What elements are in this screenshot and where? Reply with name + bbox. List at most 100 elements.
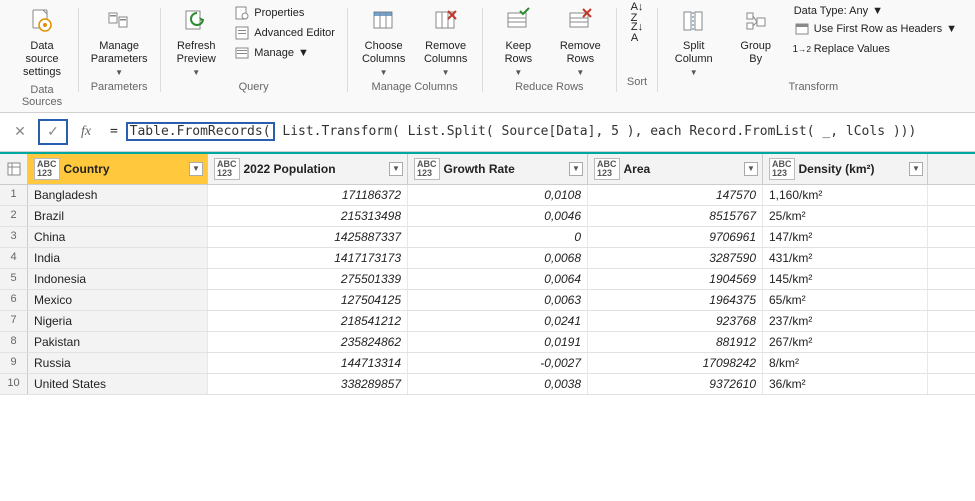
cell-country[interactable]: Pakistan	[28, 332, 208, 352]
table-row[interactable]: 9Russia144713314-0,0027170982428/km²	[0, 353, 975, 374]
cell-growth[interactable]: 0,0038	[408, 374, 588, 394]
properties-button[interactable]: Properties	[230, 4, 339, 22]
cell-population[interactable]: 235824862	[208, 332, 408, 352]
table-row[interactable]: 6Mexico1275041250,0063196437565/km²	[0, 290, 975, 311]
table-options-button[interactable]	[0, 154, 28, 184]
sort-asc-button[interactable]: A↓Z	[625, 4, 649, 22]
cell-growth[interactable]: 0,0064	[408, 269, 588, 289]
data-source-settings-button[interactable]: Data sourcesettings	[14, 4, 70, 82]
filter-dropdown-growth[interactable]: ▼	[569, 162, 583, 176]
cell-area[interactable]: 8515767	[588, 206, 763, 226]
cell-density[interactable]: 25/km²	[763, 206, 928, 226]
data-type-button[interactable]: Data Type: Any ▼	[790, 4, 961, 18]
cell-density[interactable]: 267/km²	[763, 332, 928, 352]
column-header-country[interactable]: ABC123 Country ▼	[28, 154, 208, 184]
group-data-sources: Data sourcesettings Data Sources	[6, 4, 78, 112]
column-header-area[interactable]: ABC123 Area ▼	[588, 154, 763, 184]
cell-growth[interactable]: 0	[408, 227, 588, 247]
cell-population[interactable]: 215313498	[208, 206, 408, 226]
x-icon: ✕	[14, 123, 26, 140]
cell-density[interactable]: 1,160/km²	[763, 185, 928, 205]
cell-growth[interactable]: 0,0108	[408, 185, 588, 205]
cell-country[interactable]: Indonesia	[28, 269, 208, 289]
cell-area[interactable]: 1904569	[588, 269, 763, 289]
cell-population[interactable]: 275501339	[208, 269, 408, 289]
cell-density[interactable]: 8/km²	[763, 353, 928, 373]
table-row[interactable]: 3China142588733709706961147/km²	[0, 227, 975, 248]
cell-country[interactable]: Mexico	[28, 290, 208, 310]
replace-values-button[interactable]: 1→2 Replace Values	[790, 40, 961, 58]
cell-country[interactable]: Russia	[28, 353, 208, 373]
table-row[interactable]: 10United States3382898570,0038937261036/…	[0, 374, 975, 395]
cell-growth[interactable]: 0,0046	[408, 206, 588, 226]
cell-country[interactable]: Nigeria	[28, 311, 208, 331]
split-column-button[interactable]: SplitColumn ▼	[666, 4, 722, 79]
filter-dropdown-population[interactable]: ▼	[389, 162, 403, 176]
table-row[interactable]: 2Brazil2153134980,0046851576725/km²	[0, 206, 975, 227]
cell-area[interactable]: 17098242	[588, 353, 763, 373]
manage-icon	[234, 45, 250, 61]
cell-country[interactable]: China	[28, 227, 208, 247]
cell-area[interactable]: 9706961	[588, 227, 763, 247]
column-header-growth[interactable]: ABC123 Growth Rate ▼	[408, 154, 588, 184]
cell-growth[interactable]: 0,0068	[408, 248, 588, 268]
advanced-editor-button[interactable]: Advanced Editor	[230, 24, 339, 42]
cell-area[interactable]: 1964375	[588, 290, 763, 310]
cell-density[interactable]: 36/km²	[763, 374, 928, 394]
cell-density[interactable]: 65/km²	[763, 290, 928, 310]
cell-population[interactable]: 171186372	[208, 185, 408, 205]
cell-growth[interactable]: 0,0191	[408, 332, 588, 352]
table-row[interactable]: 8Pakistan2358248620,0191881912267/km²	[0, 332, 975, 353]
use-first-row-button[interactable]: Use First Row as Headers ▼	[790, 20, 961, 38]
group-by-label: GroupBy	[740, 40, 771, 66]
cell-growth[interactable]: 0,0063	[408, 290, 588, 310]
cell-population[interactable]: 338289857	[208, 374, 408, 394]
cell-area[interactable]: 147570	[588, 185, 763, 205]
cell-country[interactable]: Bangladesh	[28, 185, 208, 205]
cell-area[interactable]: 3287590	[588, 248, 763, 268]
cell-density[interactable]: 145/km²	[763, 269, 928, 289]
remove-rows-button[interactable]: RemoveRows ▼	[552, 4, 608, 79]
cell-country[interactable]: Brazil	[28, 206, 208, 226]
cell-growth[interactable]: -0,0027	[408, 353, 588, 373]
refresh-preview-button[interactable]: RefreshPreview ▼	[168, 4, 224, 79]
cell-density[interactable]: 237/km²	[763, 311, 928, 331]
cell-population[interactable]: 127504125	[208, 290, 408, 310]
cell-country[interactable]: United States	[28, 374, 208, 394]
column-header-density[interactable]: ABC123 Density (km²) ▼	[763, 154, 928, 184]
manage-button[interactable]: Manage ▼	[230, 44, 339, 62]
row-number: 6	[0, 290, 28, 310]
group-by-button[interactable]: GroupBy	[728, 4, 784, 68]
keep-rows-button[interactable]: KeepRows ▼	[490, 4, 546, 79]
replace-icon: 1→2	[794, 41, 810, 57]
cell-population[interactable]: 1417173173	[208, 248, 408, 268]
cancel-formula-button[interactable]: ✕	[8, 120, 32, 144]
table-row[interactable]: 5Indonesia2755013390,00641904569145/km²	[0, 269, 975, 290]
cell-population[interactable]: 218541212	[208, 311, 408, 331]
filter-dropdown-area[interactable]: ▼	[744, 162, 758, 176]
cell-country[interactable]: India	[28, 248, 208, 268]
filter-dropdown-country[interactable]: ▼	[189, 162, 203, 176]
formula-input[interactable]: = Table.FromRecords( List.Transform( Lis…	[104, 120, 967, 143]
column-header-population[interactable]: ABC123 2022 Population ▼	[208, 154, 408, 184]
cell-density[interactable]: 431/km²	[763, 248, 928, 268]
table-row[interactable]: 4India14171731730,00683287590431/km²	[0, 248, 975, 269]
cell-population[interactable]: 144713314	[208, 353, 408, 373]
sort-desc-button[interactable]: Z↓A	[625, 24, 649, 42]
cell-population[interactable]: 1425887337	[208, 227, 408, 247]
cell-area[interactable]: 881912	[588, 332, 763, 352]
manage-parameters-button[interactable]: ManageParameters ▼	[87, 4, 152, 79]
cell-area[interactable]: 9372610	[588, 374, 763, 394]
group-label-reduce-rows: Reduce Rows	[515, 79, 583, 97]
choose-columns-button[interactable]: ChooseColumns ▼	[356, 4, 412, 79]
remove-columns-button[interactable]: RemoveColumns ▼	[418, 4, 474, 79]
group-label-query: Query	[239, 79, 269, 97]
cell-area[interactable]: 923768	[588, 311, 763, 331]
table-row[interactable]: 7Nigeria2185412120,0241923768237/km²	[0, 311, 975, 332]
cell-growth[interactable]: 0,0241	[408, 311, 588, 331]
filter-dropdown-density[interactable]: ▼	[909, 162, 923, 176]
table-row[interactable]: 1Bangladesh1711863720,01081475701,160/km…	[0, 185, 975, 206]
commit-formula-button[interactable]: ✓	[38, 119, 68, 145]
caret-down-icon: ▼	[946, 23, 957, 35]
cell-density[interactable]: 147/km²	[763, 227, 928, 247]
